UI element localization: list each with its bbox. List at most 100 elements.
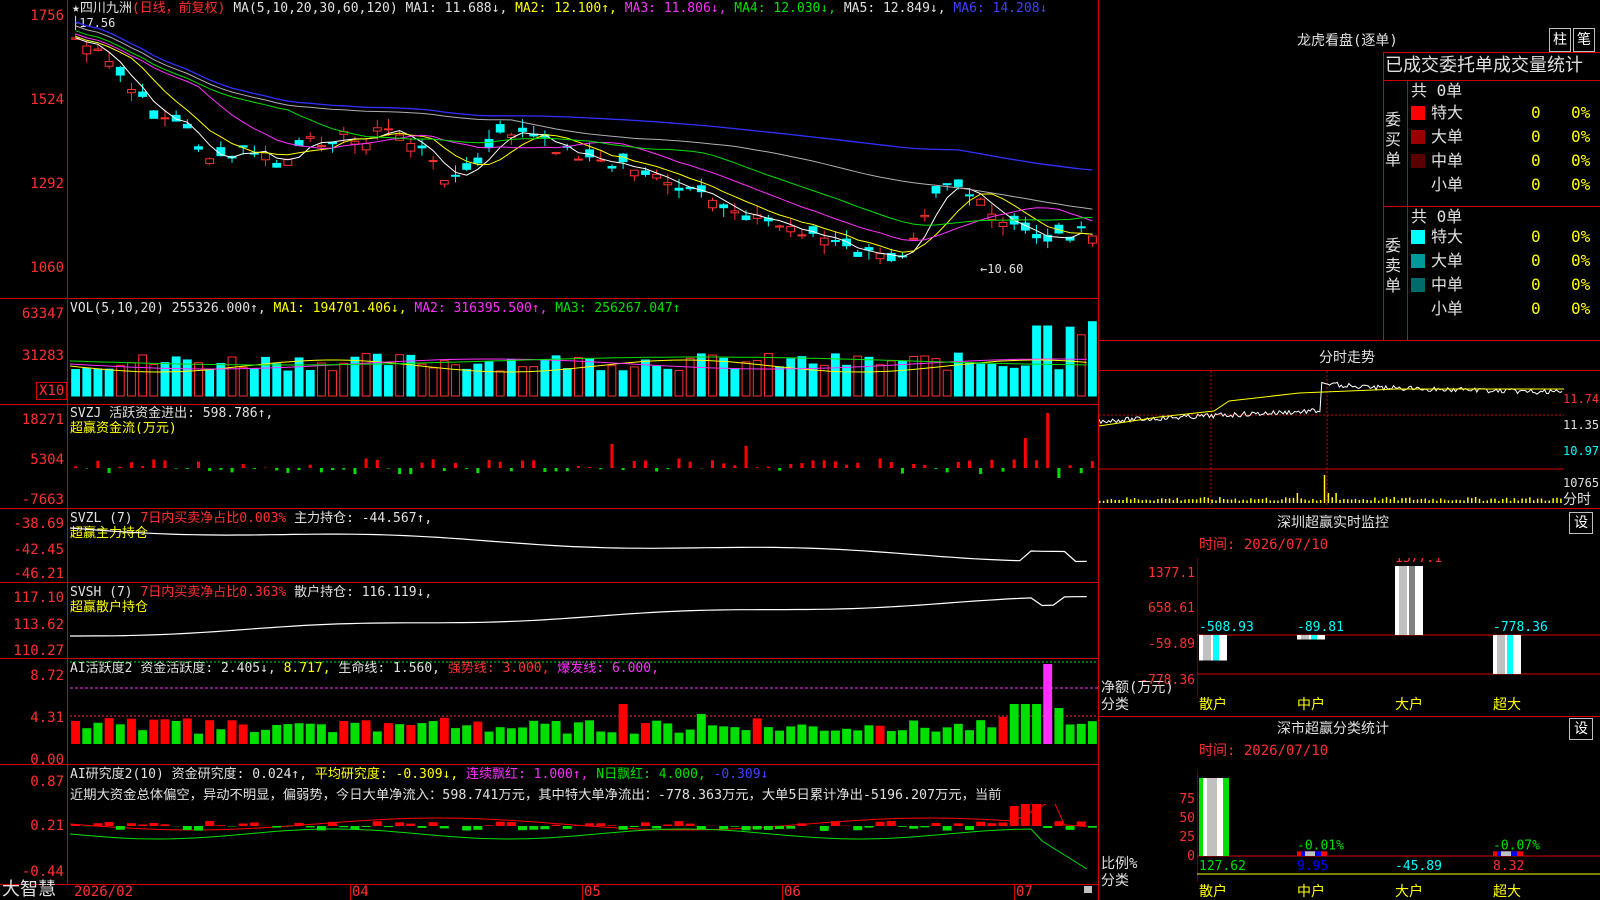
intraday-volume-bar — [1467, 497, 1469, 503]
candle-body — [730, 210, 740, 214]
volume-bar — [238, 366, 248, 397]
intraday-volume-bar — [1536, 498, 1539, 503]
monitor-value-label: -778.36 — [1493, 620, 1548, 635]
intraday-y-tick: 11.74 — [1563, 392, 1600, 406]
activity-bar — [830, 730, 840, 744]
volume-bar — [853, 355, 863, 397]
candle-body — [104, 61, 114, 67]
candle-body — [205, 158, 215, 164]
activity-bar — [708, 725, 717, 744]
intraday-volume-bar — [1401, 498, 1403, 503]
volume-bar — [752, 360, 762, 397]
research-bar — [629, 826, 639, 828]
volume-bar — [551, 355, 561, 397]
research-bar — [596, 823, 606, 826]
main-title-line: ★四川九洲(日线，前复权) MA(5,10,20,30,60,120) MA1:… — [72, 1, 1047, 16]
y-axis-line — [67, 0, 68, 884]
activity-bar — [406, 725, 416, 744]
ai-activity-chart[interactable] — [70, 660, 1098, 762]
research-bar — [93, 823, 103, 826]
candle-body — [305, 136, 315, 139]
volume-bar — [138, 354, 148, 397]
volume-bar — [596, 370, 606, 397]
intraday-volume-bar — [1226, 499, 1229, 503]
fund-flow-bar — [364, 458, 368, 468]
candle-body — [976, 198, 986, 206]
intraday-volume-bar — [1436, 500, 1438, 503]
retail-position-chart[interactable] — [70, 584, 1098, 656]
activity-bar — [216, 729, 226, 744]
ai-research-chart[interactable] — [70, 804, 1098, 884]
activity-bar — [864, 725, 874, 744]
intraday-volume-bar — [1509, 500, 1512, 503]
volume-bar — [227, 356, 237, 397]
fund-flow-bar — [744, 446, 748, 468]
sz-class-settings-button[interactable]: 设 — [1569, 718, 1593, 740]
activity-bar — [1054, 708, 1064, 744]
candle-body — [953, 179, 963, 187]
intraday-volume-bar — [1118, 499, 1120, 503]
intraday-volume-bar — [1285, 497, 1287, 503]
sz-monitor-chart[interactable]: -508.93 -89.81 1377.1 -778.36 — [1197, 558, 1600, 698]
intraday-volume-bar — [1145, 499, 1147, 503]
fund-flow-bar — [107, 468, 111, 473]
y-tick: 1524 — [30, 92, 64, 108]
intraday-volume-bar — [1490, 498, 1492, 503]
chart-area[interactable]: 1756 1524 1292 1060 ★四川九洲(日线，前复权) MA(5,1… — [0, 0, 1100, 900]
research-bar — [965, 826, 974, 831]
research-bar — [138, 824, 148, 826]
volume-bar — [618, 370, 628, 397]
intraday-volume-bar — [1312, 498, 1314, 503]
candle-body — [719, 204, 729, 209]
intraday-title: 分时走势 — [1319, 350, 1375, 366]
sz-class-chart[interactable]: 127.62 -0.01% 9.95 -45.89 -0.07% 8.32 — [1197, 770, 1600, 882]
vol-title-line: VOL(5,10,20) 255326.000↑, MA1: 194701.40… — [70, 301, 681, 316]
research-bar — [316, 826, 326, 831]
fund-flow-bar — [1090, 461, 1094, 468]
volume-chart[interactable] — [70, 316, 1098, 398]
volume-bar — [942, 369, 952, 397]
class-bottom-label: -45.89 — [1395, 859, 1442, 874]
sz-class-title: 深市超赢分类统计 — [1277, 721, 1389, 737]
candle-body — [372, 127, 382, 132]
activity-bar — [339, 720, 349, 744]
fund-flow-bar — [286, 468, 290, 473]
bar-view-button[interactable]: 柱 — [1549, 28, 1571, 52]
sz-monitor-settings-button[interactable]: 设 — [1569, 512, 1593, 534]
intraday-volume-bar — [1323, 475, 1326, 503]
fund-flow-chart[interactable] — [70, 406, 1098, 506]
order-count: 0 — [1531, 275, 1541, 294]
main-position-chart[interactable] — [70, 510, 1098, 580]
intraday-volume-bar — [1405, 497, 1407, 503]
candle-body — [819, 237, 829, 246]
activity-bar — [182, 718, 192, 744]
volume-bar — [283, 370, 293, 397]
research-bar — [752, 826, 762, 830]
intraday-volume-bar — [1110, 498, 1113, 503]
lock-icon[interactable] — [1084, 886, 1092, 893]
fund-flow-bar — [688, 461, 692, 468]
class-top-label: -0.01% — [1297, 838, 1344, 853]
intraday-chart[interactable] — [1099, 371, 1564, 507]
research-bar — [182, 826, 192, 831]
fund-flow-bar — [610, 444, 614, 468]
activity-bar — [473, 721, 483, 744]
star-icon[interactable]: ★ — [72, 1, 80, 16]
activity-bar — [786, 726, 796, 744]
tick-view-button[interactable]: 笔 — [1573, 28, 1595, 52]
activity-bar — [607, 732, 617, 744]
monitor-value-label: -508.93 — [1199, 620, 1254, 635]
candle-body — [406, 143, 416, 152]
volume-bar — [339, 362, 349, 397]
intraday-volume-bar — [1122, 499, 1124, 503]
intraday-volume-bar — [1370, 500, 1372, 503]
candle-body — [775, 225, 784, 228]
intraday-volume-bar — [1296, 493, 1299, 503]
fund-flow-bar — [755, 467, 759, 468]
candlestick-chart[interactable] — [70, 18, 1098, 296]
research-bar — [864, 826, 874, 828]
candle-body — [1076, 226, 1086, 229]
fund-flow-bar — [252, 468, 256, 469]
order-percent: 0% — [1571, 275, 1591, 294]
activity-bar — [283, 724, 293, 744]
